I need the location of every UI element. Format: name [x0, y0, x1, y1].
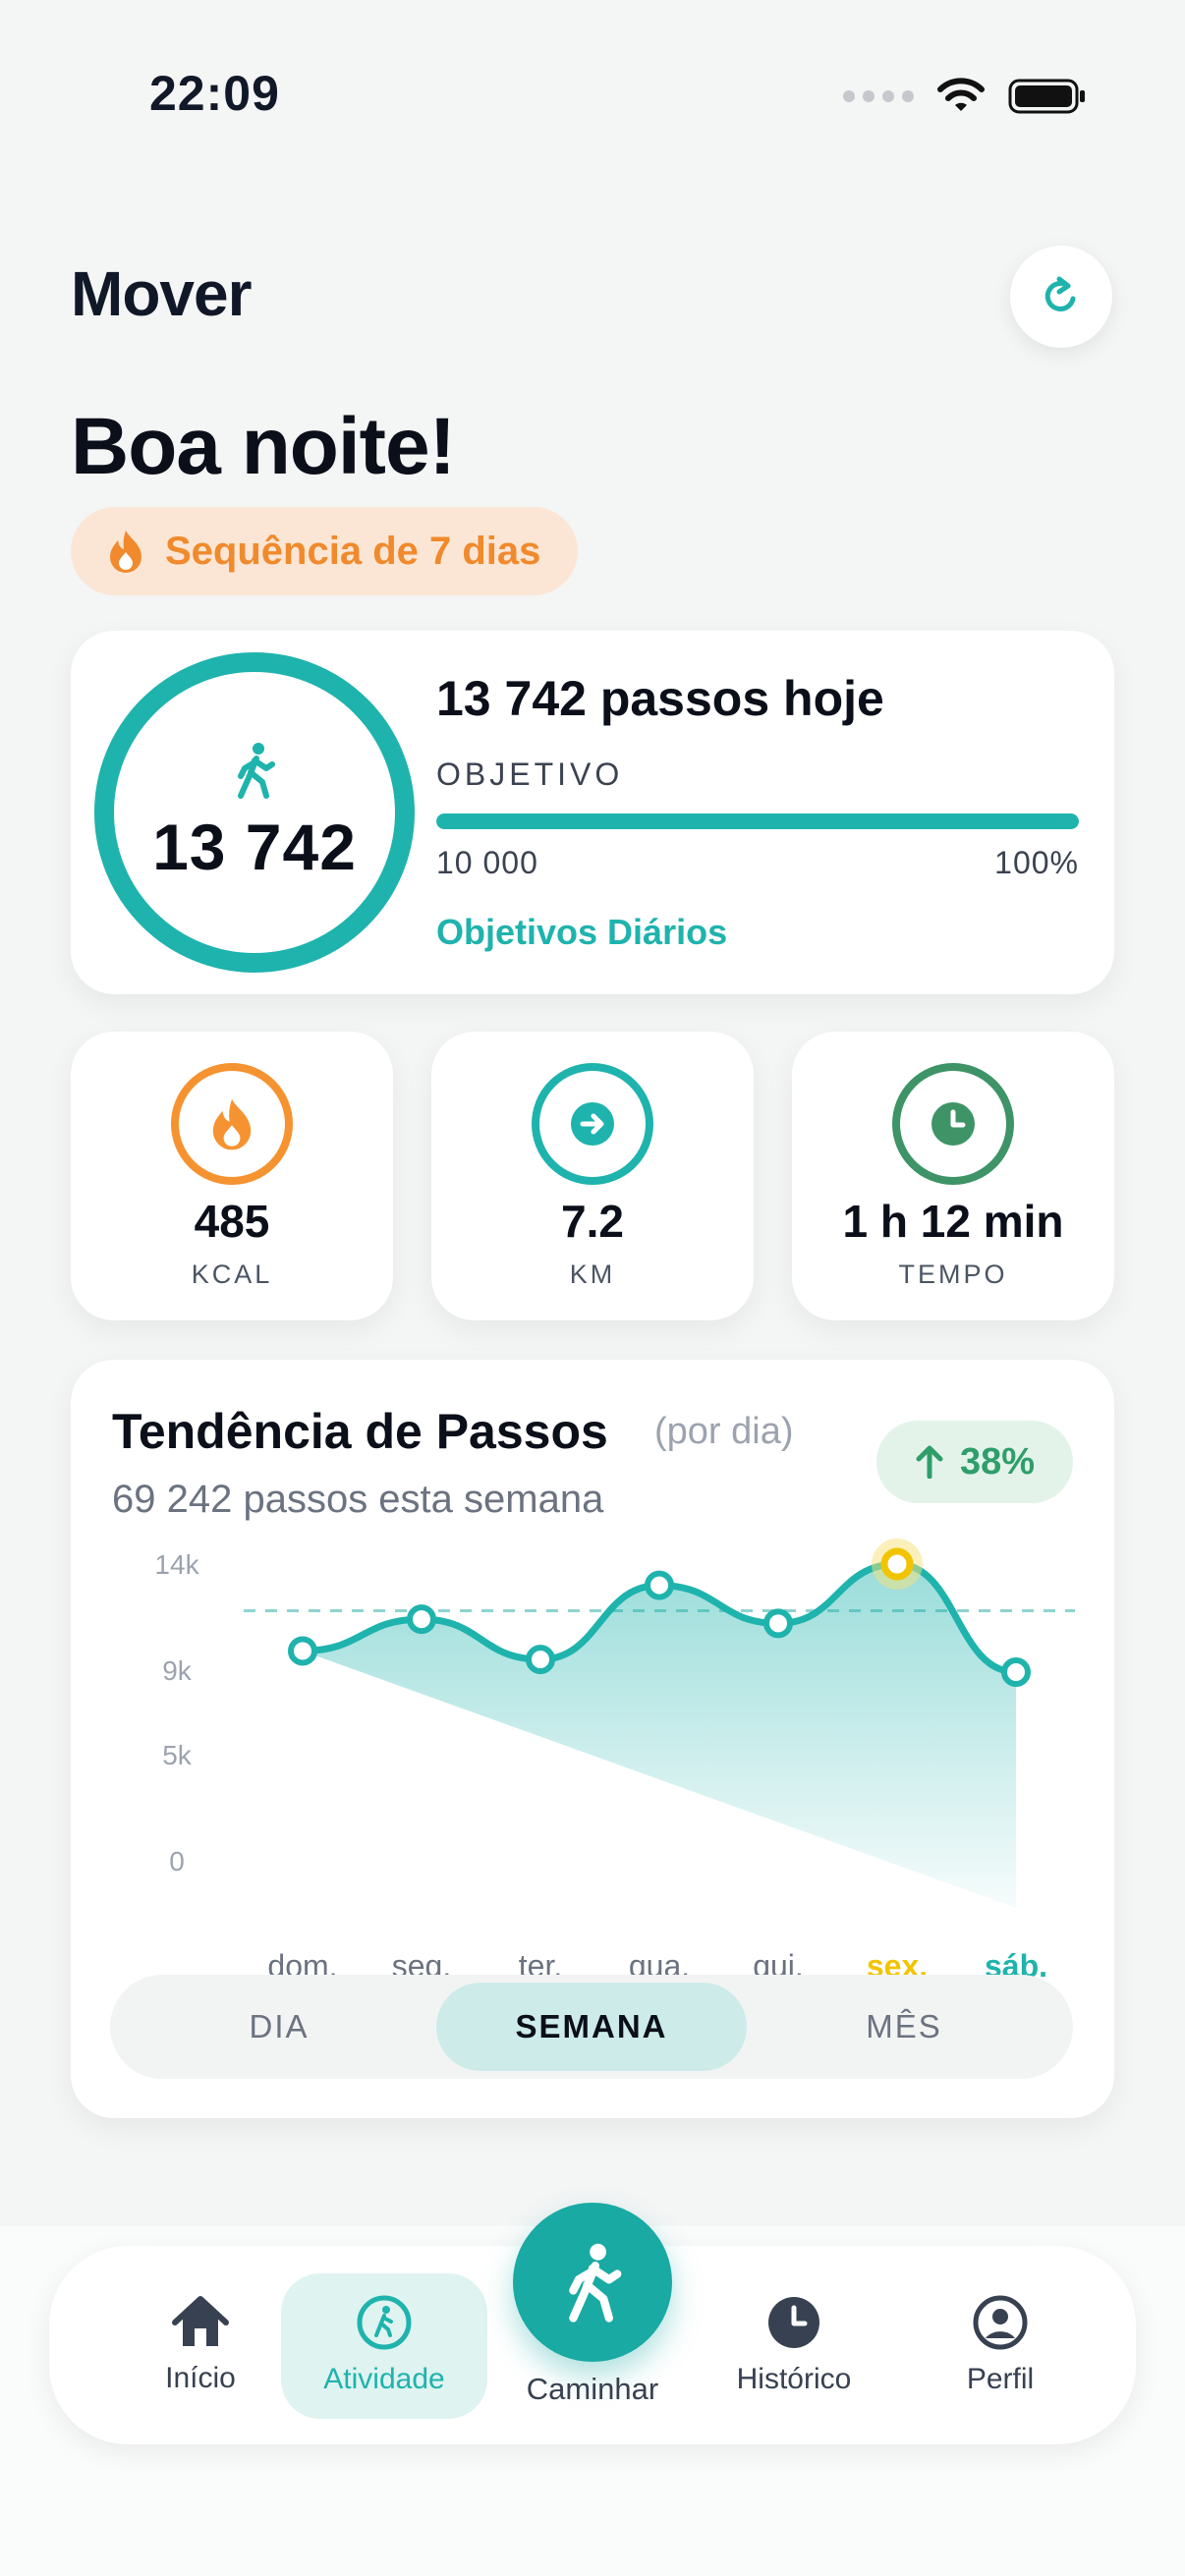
calories-label: KCAL: [191, 1260, 273, 1289]
y-tick-label: 0: [169, 1846, 185, 1876]
flame-icon: [212, 1098, 252, 1150]
walk-button-label: Caminhar: [526, 2372, 659, 2406]
arrow-right-icon: [571, 1102, 614, 1146]
distance-value: 7.2: [561, 1196, 624, 1247]
walking-icon: [238, 743, 275, 799]
y-tick-label: 14k: [154, 1549, 199, 1580]
trend-week-total: 69 242 passos esta semana: [112, 1478, 604, 1521]
y-tick-label: 9k: [162, 1655, 193, 1686]
flame-icon: [110, 531, 141, 573]
streak-badge: Sequência de 7 dias: [71, 507, 579, 595]
battery-icon: [1008, 79, 1085, 114]
calories-badge: [171, 1063, 293, 1185]
range-selector: DIA SEMANA MÊS: [110, 1975, 1073, 2079]
history-clock-icon: [768, 2297, 819, 2348]
tab-week[interactable]: SEMANA: [436, 1983, 747, 2071]
steps-trend-card: 14k 9k 5k 0 dom. seg. ter. qua. qui. sex. sáb. Ten…: [71, 1360, 1114, 2118]
nav-history[interactable]: Histórico: [690, 2246, 898, 2444]
time-label: TEMPO: [898, 1260, 1008, 1289]
greeting: Boa noite!: [71, 402, 456, 491]
nav-home[interactable]: Início: [96, 2246, 305, 2444]
app-title: Mover: [71, 258, 252, 329]
nav-profile[interactable]: Perfil: [896, 2246, 1104, 2444]
steps-count: 13 742: [152, 811, 357, 883]
refresh-icon: [1044, 276, 1076, 311]
distance-card: 7.2 KM: [431, 1032, 754, 1320]
streak-label: Sequência de 7 dias: [165, 529, 541, 573]
profile-icon: [973, 2295, 1028, 2350]
data-point: [763, 1608, 793, 1639]
distance-badge: [532, 1063, 653, 1185]
clock-icon: [931, 1102, 975, 1146]
nav-activity[interactable]: Atividade: [281, 2246, 487, 2444]
daily-goals-link[interactable]: Objetivos Diários: [436, 912, 727, 953]
home-icon: [172, 2296, 229, 2346]
status-bar: 22:09: [0, 0, 1185, 187]
goal-progress-fill: [436, 813, 1079, 829]
walk-button[interactable]: [513, 2203, 672, 2362]
goal-label: OBJETIVO: [436, 756, 624, 792]
steps-ring: 13 742: [94, 652, 415, 973]
steps-headline: 13 742 passos hoje: [436, 671, 884, 726]
calories-card: 485 KCAL: [71, 1032, 393, 1320]
y-tick-label: 5k: [162, 1740, 193, 1770]
highlight-point: [880, 1547, 914, 1581]
trend-change-badge: 38%: [876, 1421, 1073, 1503]
status-time: 22:09: [149, 66, 280, 121]
nav-profile-label: Perfil: [966, 2363, 1035, 2395]
arrow-up-icon: [916, 1445, 943, 1479]
nav-history-label: Histórico: [736, 2363, 852, 2395]
time-card: 1 h 12 min TEMPO: [792, 1032, 1114, 1320]
time-value: 1 h 12 min: [842, 1196, 1064, 1247]
refresh-button[interactable]: [1010, 246, 1112, 348]
tab-month[interactable]: MÊS: [749, 1983, 1059, 2071]
data-point: [1001, 1657, 1031, 1688]
trend-change-value: 38%: [959, 1440, 1036, 1483]
signal-dots-icon: [843, 90, 914, 102]
goal-progress-bar: [436, 813, 1079, 829]
walking-icon: [569, 2243, 622, 2323]
goal-percent: 100%: [994, 845, 1079, 880]
nav-home-label: Início: [165, 2362, 236, 2394]
status-icons: [843, 77, 1087, 116]
calories-value: 485: [194, 1196, 270, 1247]
activity-icon: [357, 2295, 412, 2350]
steps-card: 13 742 13 742 passos hoje OBJETIVO 10 00…: [71, 631, 1114, 994]
tab-day[interactable]: DIA: [124, 1983, 434, 2071]
distance-label: KM: [569, 1260, 616, 1289]
time-badge: [892, 1063, 1014, 1185]
data-point: [526, 1645, 555, 1675]
trend-subtitle: (por dia): [654, 1411, 794, 1452]
wifi-icon: [937, 78, 985, 111]
trend-title: Tendência de Passos: [112, 1404, 608, 1459]
goal-target: 10 000: [436, 845, 538, 880]
nav-activity-label: Atividade: [323, 2363, 445, 2395]
data-point: [288, 1636, 317, 1666]
data-point: [645, 1570, 674, 1600]
data-point: [407, 1604, 436, 1635]
